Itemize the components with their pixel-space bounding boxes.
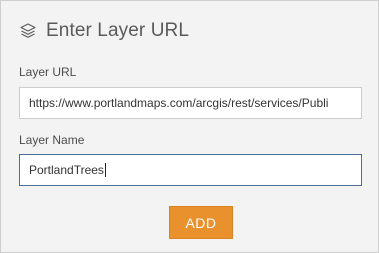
layer-name-label: Layer Name <box>19 133 85 147</box>
layer-name-input[interactable]: PortlandTrees <box>19 154 362 186</box>
layer-url-value: https://www.portlandmaps.com/arcgis/rest… <box>29 96 329 110</box>
panel-header: Enter Layer URL <box>19 18 189 44</box>
page-title: Enter Layer URL <box>46 20 190 41</box>
layer-url-label: Layer URL <box>19 65 77 79</box>
layer-name-value: PortlandTrees <box>29 163 104 177</box>
layer-url-input[interactable]: https://www.portlandmaps.com/arcgis/rest… <box>19 87 362 119</box>
enter-layer-url-panel: Enter Layer URL Layer URL https://www.po… <box>0 0 379 253</box>
text-cursor <box>104 163 106 177</box>
layers-icon <box>19 22 37 40</box>
add-button[interactable]: ADD <box>169 206 233 239</box>
